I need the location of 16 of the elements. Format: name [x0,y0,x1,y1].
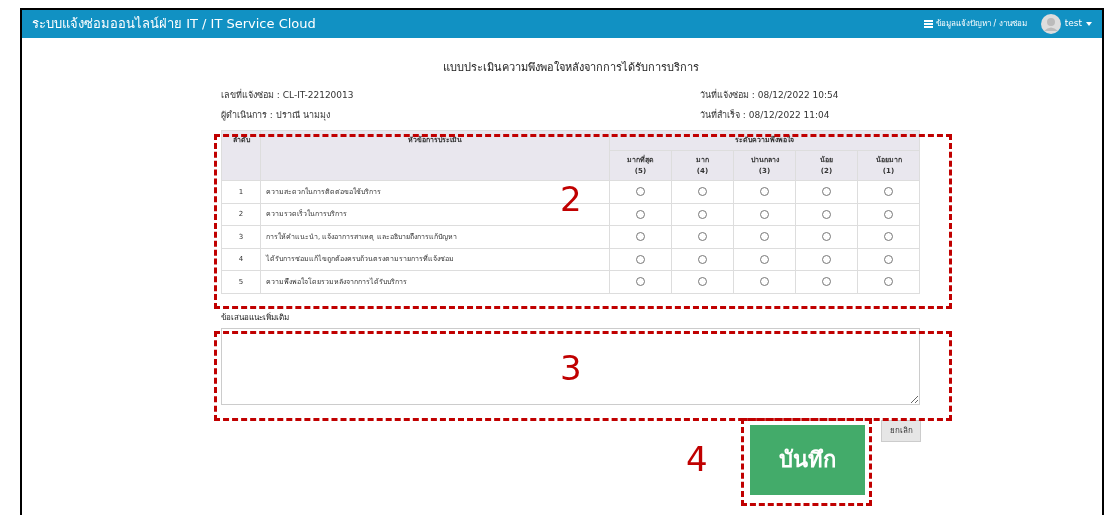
field-label: ข้อเสนอแนะเพิ่มเติม [221,311,290,324]
info-text: เลขที่แจ้งซ่อม : CL-IT-22120013 [221,89,354,102]
info-text: วันที่แจ้งซ่อม : 08/12/2022 10:54 [700,89,839,102]
app-title: ระบบแจ้งซ่อมออนไลน์ฝ่าย IT / IT Service Cloud [32,15,316,34]
caret-icon [1086,22,1092,26]
nav-link[interactable]: ข้อมูลแจ้งปัญหา / งานซ่อม [923,18,1027,30]
info-text: วันที่สำเร็จ : 08/12/2022 11:04 [700,108,830,122]
form-title: แบบประเมินความพึงพอใจหลังจากการได้รับการบริการ [442,60,700,76]
save-button[interactable]: บันทึก [750,424,865,495]
avatar-icon [1040,14,1061,34]
info-text: ผู้ดำเนินการ : ปราณี นามมุง [221,108,330,122]
cancel-button[interactable]: ยกเลิก [881,419,921,442]
user-menu[interactable]: test [1040,14,1092,34]
annotation-number: 4 [686,442,708,476]
comment-field[interactable] [221,327,920,405]
annotation-number: 3 [560,351,582,385]
